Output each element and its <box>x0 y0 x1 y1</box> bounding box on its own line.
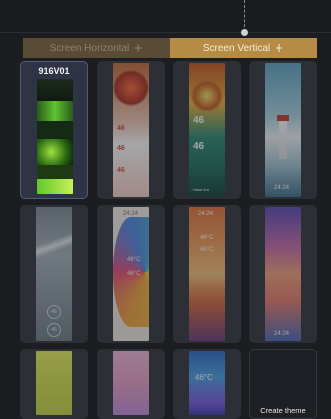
create-theme-button[interactable]: Create theme <box>249 349 317 419</box>
card-value: 46 <box>193 141 205 152</box>
card-value: 46 <box>117 125 125 132</box>
theme-thumbnail: 46°C <box>189 351 225 415</box>
theme-thumbnail: 46 46 <box>36 207 72 341</box>
theme-card-916v01[interactable]: 916V01 <box>20 61 88 199</box>
card-value: 46 <box>193 115 205 126</box>
theme-card-3[interactable]: 46 46 Have fun <box>173 61 241 199</box>
card-badge: 46 <box>47 323 61 337</box>
card-value: 46 <box>117 167 125 174</box>
theme-thumbnail: 46 46 Have fun <box>189 63 225 197</box>
card-value: 46 <box>117 145 125 152</box>
card-value: 46°C <box>195 373 213 382</box>
theme-card-10[interactable] <box>97 349 165 419</box>
card-time: 24:24 <box>198 211 214 217</box>
theme-card-11[interactable]: 46°C <box>173 349 241 419</box>
theme-thumbnail <box>36 351 72 415</box>
theme-card-5[interactable]: 46 46 <box>20 205 88 343</box>
card-value: 46°C <box>200 235 214 241</box>
card-time: 24:24 <box>274 185 290 191</box>
theme-card-4[interactable]: 24:24 <box>249 61 317 199</box>
theme-thumbnail <box>37 79 73 194</box>
theme-thumbnail: 24:24 <box>265 207 301 341</box>
theme-card-2[interactable]: 46 46 46 <box>97 61 165 199</box>
theme-thumbnail: 24:24 <box>265 63 301 197</box>
create-theme-label: Create theme <box>260 406 306 415</box>
card-caption: Have fun <box>193 187 210 192</box>
theme-card-8[interactable]: 24:24 <box>249 205 317 343</box>
theme-card-6[interactable]: 24:24 46°C 46°C <box>97 205 165 343</box>
theme-grid: 916V01 46 46 46 46 46 Have fun 24:24 46 … <box>0 0 331 419</box>
theme-card-title: 916V01 <box>38 66 70 76</box>
theme-card-9[interactable] <box>20 349 88 419</box>
card-value: 46°C <box>127 257 141 263</box>
card-time: 24:24 <box>274 331 290 337</box>
card-time: 24:24 <box>123 211 139 217</box>
theme-thumbnail: 46 46 46 <box>113 63 149 197</box>
card-value: 46°C <box>127 271 141 277</box>
card-badge: 46 <box>47 305 61 319</box>
theme-thumbnail: 24:24 46°C 46°C <box>113 207 149 341</box>
theme-thumbnail: 24:24 46°C 46°C <box>189 207 225 341</box>
theme-card-7[interactable]: 24:24 46°C 46°C <box>173 205 241 343</box>
theme-thumbnail <box>113 351 149 415</box>
card-value: 46°C <box>200 247 214 253</box>
